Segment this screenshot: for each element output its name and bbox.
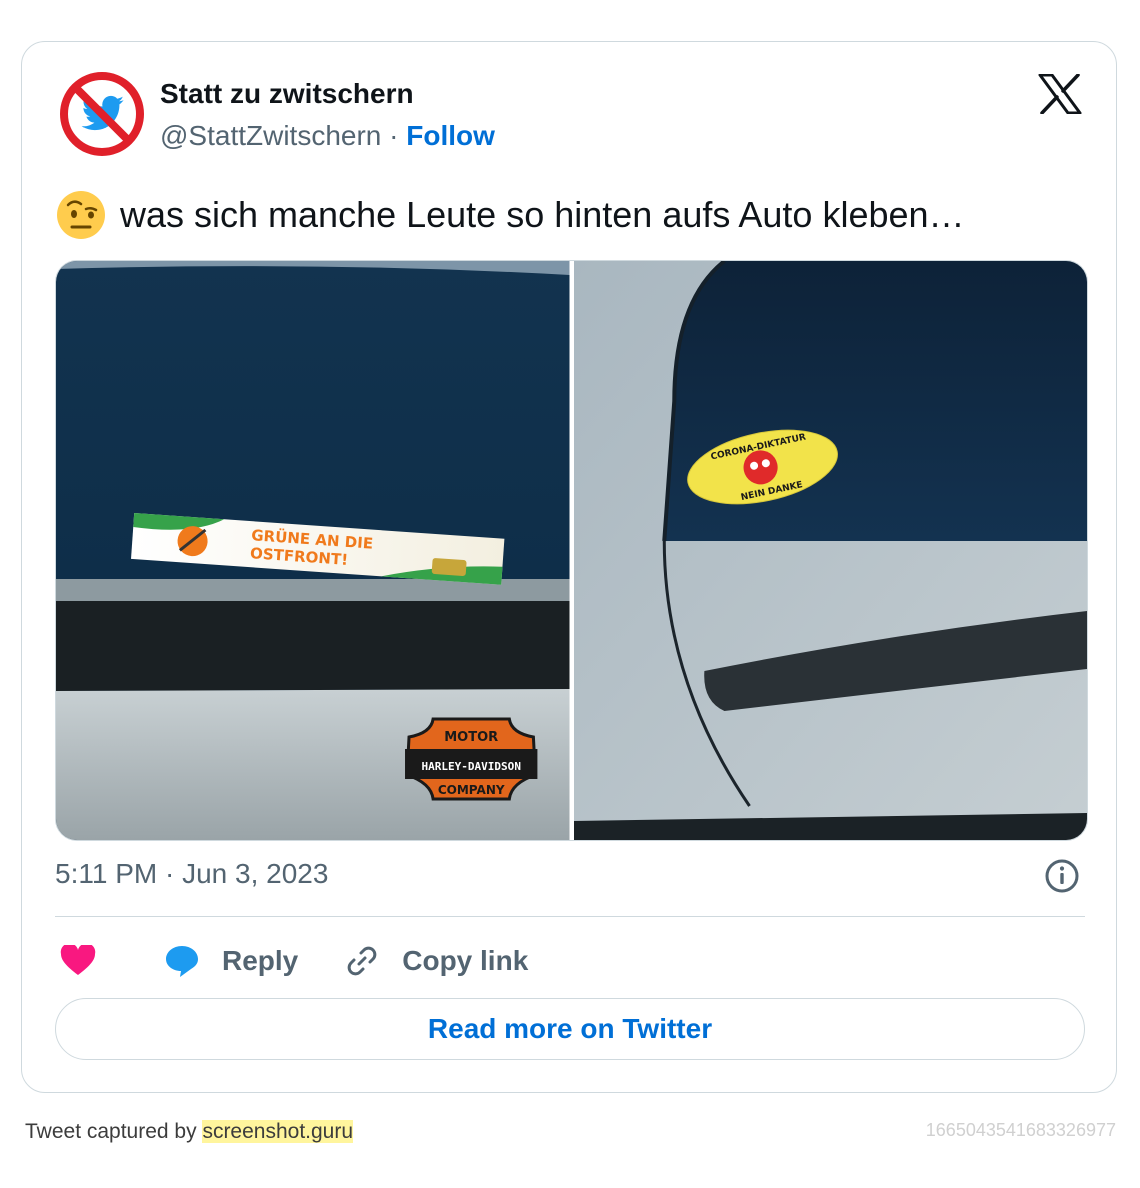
divider [55, 916, 1085, 917]
meta-separator: · [381, 120, 407, 151]
reply-label: Reply [222, 945, 299, 976]
avatar[interactable] [58, 70, 146, 158]
author-name[interactable]: Statt zu zwitschern [160, 78, 414, 110]
logo-bottom-text: COMPANY [438, 783, 505, 797]
author-handle[interactable]: @StattZwitschern [160, 120, 381, 151]
copy-link-button[interactable]: Copy link [344, 943, 528, 979]
follow-link[interactable]: Follow [406, 120, 495, 151]
media-grid: GRÜNE AN DIE OSTFRONT! MOTOR HARLEY-DAVI… [55, 260, 1088, 841]
tweet-timestamp[interactable]: 5:11 PM · Jun 3, 2023 [55, 858, 328, 890]
tweet-card: Statt zu zwitschern @StattZwitschern · F… [21, 41, 1117, 1093]
reply-bubble-icon [166, 946, 198, 977]
logo-top-text: MOTOR [444, 730, 498, 745]
tweet-body: was sich manche Leute so hinten aufs Aut… [120, 194, 965, 235]
author-meta: @StattZwitschern · Follow [160, 120, 495, 152]
tweet-id: 1665043541683326977 [925, 1120, 1116, 1140]
read-more-button[interactable]: Read more on Twitter [55, 998, 1085, 1060]
like-button[interactable] [60, 945, 96, 977]
x-logo-icon[interactable] [1038, 74, 1082, 114]
tweet-text: was sich manche Leute so hinten aufs Aut… [56, 190, 965, 240]
face-with-raised-eyebrow-icon [57, 191, 105, 239]
capture-footer: Tweet captured by screenshot.guru [25, 1120, 354, 1144]
photo-rear-window[interactable]: GRÜNE AN DIE OSTFRONT! MOTOR HARLEY-DAVI… [56, 261, 570, 840]
copy-link-label: Copy link [402, 945, 529, 976]
heart-icon [60, 945, 96, 975]
link-icon [347, 946, 377, 976]
info-icon[interactable] [1044, 858, 1080, 894]
captured-by-text: Tweet captured by [25, 1120, 203, 1143]
logo-middle-text: HARLEY-DAVIDSON [421, 760, 520, 773]
screenshot-guru-link[interactable]: screenshot.guru [202, 1120, 354, 1143]
action-bar: Reply Copy link [60, 936, 528, 986]
photo-side-window[interactable]: CORONA-DIKTATUR NEIN DANKE [573, 261, 1087, 840]
reply-button[interactable]: Reply [164, 944, 298, 978]
